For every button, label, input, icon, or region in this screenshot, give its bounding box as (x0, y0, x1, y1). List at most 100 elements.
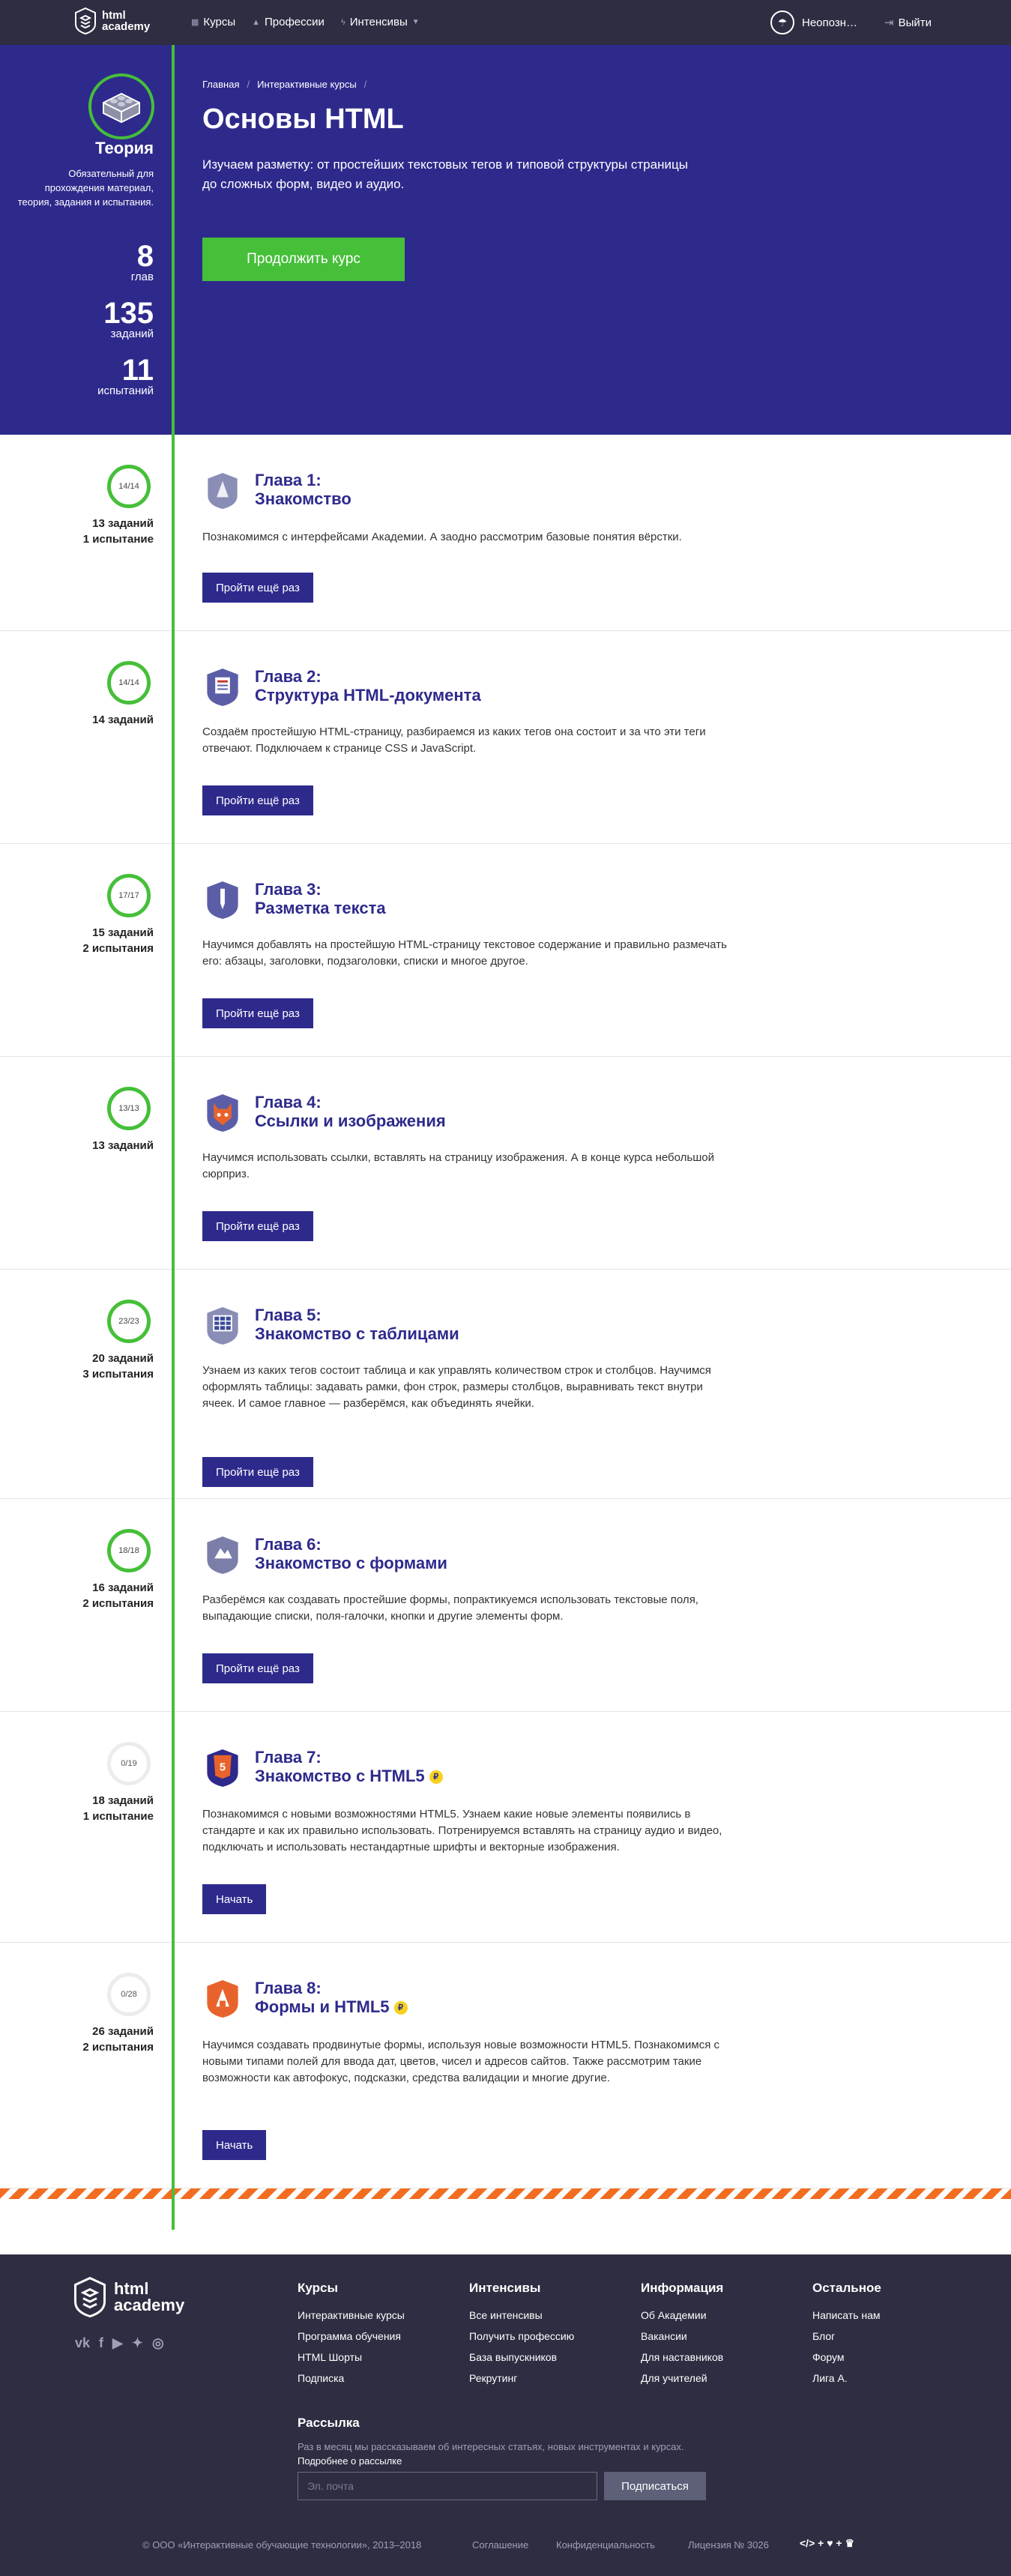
continue-course-button[interactable]: Продолжить курс (202, 238, 405, 281)
chapter-section: 18/18 16 заданий 2 испытания Глава 6: Знаком… (0, 1499, 1011, 1712)
twitter-icon[interactable]: ✦ (132, 2335, 143, 2351)
paid-badge-icon: ₽ (393, 2001, 408, 2015)
chapter-title[interactable]: Глава 3: Разметка текста (255, 880, 386, 917)
footer-link[interactable]: Написать нам (812, 2305, 977, 2326)
chapter-progress-ring: 23/23 (107, 1300, 151, 1343)
retake-chapter-button[interactable]: Пройти ещё раз (202, 998, 313, 1028)
course-timeline (172, 45, 175, 2230)
chapter-description: Научимся добавлять на простейшую HTML-ст… (202, 938, 727, 968)
chapter-task-count: 13 заданий (92, 517, 154, 530)
chapter-progress-ring: 0/28 (107, 1973, 151, 2016)
breadcrumb-courses[interactable]: Интерактивные курсы (257, 79, 357, 90)
footer-link[interactable]: Рекрутинг (469, 2368, 634, 2389)
footer-link[interactable]: Об Академии (641, 2305, 806, 2326)
chapter-title[interactable]: Глава 2: Структура HTML-документа (255, 667, 481, 705)
footer-link[interactable]: Форум (812, 2347, 977, 2368)
chapter-task-count: 18 заданий (92, 1794, 154, 1807)
retake-chapter-button[interactable]: Пройти ещё раз (202, 573, 313, 603)
vk-icon[interactable]: vk (75, 2335, 90, 2351)
chapter-number: Глава 5: (255, 1306, 322, 1324)
retake-chapter-button[interactable]: Пройти ещё раз (202, 1457, 313, 1487)
chapter-test-count: 2 испытания (82, 942, 154, 955)
newsletter-more-link[interactable]: Подробнее о рассылке (298, 2455, 402, 2467)
chapter-title[interactable]: Глава 7: Знакомство с HTML5 ₽ (255, 1748, 443, 1785)
retake-chapter-button[interactable]: Пройти ещё раз (202, 785, 313, 815)
footer-link[interactable]: Все интенсивы (469, 2305, 634, 2326)
logout-label: Выйти (898, 16, 932, 29)
stat-chapters-label: глав (130, 271, 154, 283)
course-hero: Теория Обязательный для прохождения мате… (0, 45, 1011, 435)
graduation-icon: ▲ (252, 17, 260, 27)
chapter-number: Глава 8: (255, 1979, 322, 1997)
stat-tests-num: 11 (121, 354, 154, 387)
chapter-section: 17/17 15 заданий 2 испытания Глава 3: Размет… (0, 844, 1011, 1057)
chapter-progress-text: 17/17 (118, 891, 139, 900)
chapter-progress-ring: 0/19 (107, 1742, 151, 1785)
html5-shield-icon: 5 (207, 1749, 238, 1788)
logo-shield-icon (74, 2277, 106, 2317)
privacy-link[interactable]: Конфиденциальность (556, 2539, 655, 2551)
stat-chapters-num: 8 (136, 240, 154, 273)
footer-link[interactable]: Блог (812, 2326, 977, 2347)
chapter-description: Познакомимся с новыми возможностями HTML… (202, 1808, 722, 1853)
social-links: vk f ▶ ✦ ◎ (75, 2335, 173, 2351)
footer-col-info: Информация Об Академии Вакансии Для наст… (641, 2281, 806, 2389)
logout-link[interactable]: ⇥ Выйти (884, 16, 932, 30)
stat-tasks-num: 135 (103, 297, 154, 330)
agreement-link[interactable]: Соглашение (472, 2539, 528, 2551)
chapter-title[interactable]: Глава 4: Ссылки и изображения (255, 1093, 446, 1130)
chapter-title[interactable]: Глава 1: Знакомство (255, 471, 351, 508)
chapter-section: 0/19 18 заданий 1 испытание 5 Глава 7: Знаком… (0, 1712, 1011, 1943)
footer-link[interactable]: Вакансии (641, 2326, 806, 2347)
paid-badge-icon: ₽ (429, 1770, 443, 1785)
chapter-task-count: 16 заданий (92, 1581, 154, 1594)
nav-courses[interactable]: ▦ Курсы (191, 16, 235, 28)
start-chapter-button[interactable]: Начать (202, 2130, 267, 2160)
stat-chapters: 8 глав (15, 241, 154, 283)
youtube-icon[interactable]: ▶ (112, 2335, 123, 2351)
footer-link[interactable]: База выпускников (469, 2347, 634, 2368)
chapter-name: Структура HTML-документа (255, 686, 481, 705)
facebook-icon[interactable]: f (99, 2335, 103, 2351)
chapter-title[interactable]: Глава 8: Формы и HTML5 ₽ (255, 1979, 408, 2016)
footer-logo[interactable]: html academy (73, 2277, 184, 2317)
retake-chapter-button[interactable]: Пройти ещё раз (202, 1211, 313, 1241)
main-nav: ▦ Курсы ▲ Профессии ϟ Интенсивы ▼ (191, 16, 436, 28)
user-menu[interactable]: ☂ Неопозн… (770, 10, 857, 34)
instagram-icon[interactable]: ◎ (152, 2335, 164, 2351)
chapter-counts: 13 заданий (15, 1138, 154, 1153)
course-lead: Изучаем разметку: от простейших текстовы… (202, 157, 688, 191)
chapter-description: Узнаем из каких тегов состоит таблица и … (202, 1364, 711, 1410)
footer-link[interactable]: HTML Шорты (298, 2347, 462, 2368)
email-field[interactable] (298, 2472, 597, 2500)
start-chapter-button[interactable]: Начать (202, 1884, 267, 1914)
footer-link[interactable]: Для наставников (641, 2347, 806, 2368)
chapter-test-count: 2 испытания (82, 2041, 154, 2054)
license-link[interactable]: Лицензия № 3026 (688, 2539, 769, 2551)
chapter-test-count: 3 испытания (82, 1368, 154, 1381)
chapter-number: Глава 1: (255, 471, 322, 489)
pen-shield-icon (207, 881, 238, 920)
grid-icon: ▦ (191, 18, 199, 27)
footer-link[interactable]: Интерактивные курсы (298, 2305, 462, 2326)
footer-col-title: Остальное (812, 2281, 881, 2295)
nav-intensives[interactable]: ϟ Интенсивы ▼ (341, 16, 420, 28)
subscribe-button[interactable]: Подписаться (604, 2472, 706, 2500)
footer-link[interactable]: Для учителей (641, 2368, 806, 2389)
retake-chapter-button[interactable]: Пройти ещё раз (202, 1653, 313, 1683)
chapter-title[interactable]: Глава 6: Знакомство с формами (255, 1535, 447, 1572)
chapter-progress-text: 23/23 (118, 1317, 139, 1326)
lightning-icon: ϟ (340, 17, 345, 27)
nav-professions[interactable]: ▲ Профессии (252, 16, 325, 28)
footer-col-title: Интенсивы (469, 2281, 541, 2295)
lego-brick-icon (103, 92, 140, 124)
chapter-number: Глава 6: (255, 1535, 322, 1554)
footer-link[interactable]: Подписка (298, 2368, 462, 2389)
breadcrumb-home[interactable]: Главная (202, 79, 239, 90)
html-academy-logo[interactable]: html academy (75, 7, 150, 34)
footer-link[interactable]: Получить профессию (469, 2326, 634, 2347)
chapter-progress-ring: 17/17 (107, 874, 151, 917)
chapter-title[interactable]: Глава 5: Знакомство с таблицами (255, 1306, 459, 1343)
footer-link[interactable]: Лига А. (812, 2368, 977, 2389)
footer-link[interactable]: Программа обучения (298, 2326, 462, 2347)
